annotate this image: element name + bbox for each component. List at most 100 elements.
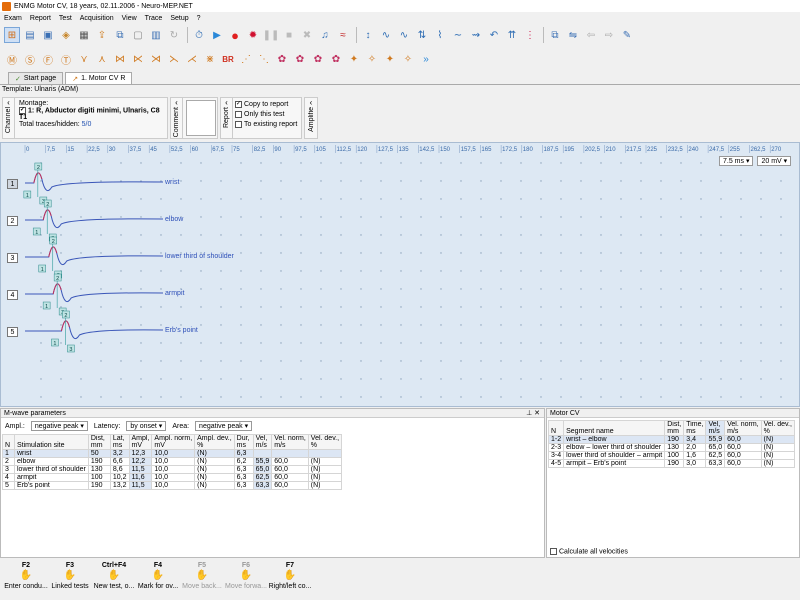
latency-icon[interactable]: ⇝ (468, 27, 484, 43)
waveform-chart[interactable]: 0 7,5 15 22,5 30 37,5 45 52,5 60 67,5 75 82,5 90 97,5… (0, 142, 800, 407)
menu-test[interactable]: Test (55, 15, 76, 22)
export-icon[interactable]: ⇪ (94, 27, 110, 43)
ssr-icon[interactable]: ⋇ (202, 51, 218, 67)
foot-icon[interactable]: ⋱ (256, 51, 272, 67)
baseline-icon[interactable]: ⇅ (414, 27, 430, 43)
copy-to-report-checkbox[interactable]: ✓ (235, 100, 242, 108)
area-select[interactable]: negative peak ▾ (195, 421, 253, 431)
ampl-select[interactable]: negative peak ▾ (30, 421, 88, 431)
trace-number[interactable]: 2 (7, 216, 18, 226)
m-wave-header[interactable]: Vel. dev.,% (307, 434, 343, 450)
br-icon[interactable]: BR (220, 51, 236, 67)
copy-icon[interactable]: ⧉ (547, 27, 563, 43)
menu-view[interactable]: View (118, 15, 141, 22)
motor-cv-header[interactable]: Vel. norm, m/s (724, 420, 762, 436)
only-this-test-checkbox[interactable] (235, 110, 242, 118)
more-icon[interactable]: » (418, 51, 434, 67)
table-row[interactable]: 3-4 lower third of shoulder – armpit 100 1,… (547, 451, 795, 460)
to-existing-option[interactable]: To existing report (235, 120, 297, 130)
compare-icon[interactable]: ⇋ (565, 27, 581, 43)
blink-icon[interactable]: ⋏ (94, 51, 110, 67)
calc-all-option[interactable]: Calculate all velocities (550, 547, 628, 555)
fkey-f7[interactable]: F7 ✋ Right/left co... (268, 562, 312, 600)
wave-up-icon[interactable]: ∿ (378, 27, 394, 43)
montage-item[interactable]: ✓ 1: R, Abductor digiti minimi, Ulnaris, … (19, 107, 167, 121)
trace-icon[interactable]: ∼ (450, 27, 466, 43)
tool-3-icon[interactable]: ✦ (382, 51, 398, 67)
table-row[interactable]: 1-2 wrist – elbow 190 3,4 55,9 60,0 (N) (547, 435, 795, 444)
m-wave-header[interactable]: Vel, m/s (252, 434, 273, 450)
m-wave-header[interactable]: Ampl. dev.,% (194, 434, 235, 450)
peak-icon[interactable]: ⌇ (432, 27, 448, 43)
m-wave-header[interactable]: Lat, ms (109, 434, 130, 450)
tool-icon[interactable]: ✦ (346, 51, 362, 67)
sensory-cv-icon[interactable]: Ⓢ (22, 51, 38, 67)
comment-field[interactable] (186, 100, 216, 136)
gain-select[interactable]: 20 mV ▾ (757, 156, 792, 166)
grid-icon[interactable]: ⋮ (522, 27, 538, 43)
fkey-f6[interactable]: F6 ✋ Move forwa... (224, 562, 268, 600)
only-this-test-option[interactable]: Only this test (235, 110, 297, 120)
edit-icon[interactable]: ✎ (619, 27, 635, 43)
m-wave-table[interactable]: N Stimulation site Dist, mm Lat, ms Ampl, mV Amp… (2, 434, 343, 490)
menu-trace[interactable]: Trace (141, 15, 167, 22)
fkey-f5[interactable]: F5 ✋ Move back... (180, 562, 224, 600)
brain-icon[interactable]: ✿ (274, 51, 290, 67)
pin-icon[interactable]: ⊥ ✕ (526, 409, 540, 417)
print-icon[interactable]: ▦ (76, 27, 92, 43)
tool-2-icon[interactable]: ✧ (364, 51, 380, 67)
montage-checkbox[interactable]: ✓ (19, 107, 26, 114)
sound-icon[interactable]: ♫ (317, 27, 333, 43)
table-row[interactable]: 1 wrist 50 3,2 12,3 10,0 (N) 6,3 (2, 449, 343, 458)
preview-icon[interactable]: ⧉ (112, 27, 128, 43)
stimulator-icon[interactable]: ✹ (245, 27, 261, 43)
latency-select[interactable]: by onset ▾ (126, 421, 167, 431)
stop-icon[interactable]: ■ (281, 27, 297, 43)
motor-cv-header[interactable]: Vel, m/s (705, 420, 726, 436)
f-wave-icon[interactable]: Ⓕ (40, 51, 56, 67)
m-wave-header[interactable]: Vel. norm, m/s (271, 434, 309, 450)
montage-icon[interactable]: ⊞ (4, 27, 20, 43)
motor-cv-table[interactable]: N Segment name Dist, mm Time, ms Vel, m/s Vel. n… (547, 420, 795, 468)
fkey-ctrl-f4[interactable]: Ctrl+F4 ✋ New test, o... (92, 562, 136, 600)
pause-icon[interactable]: ❚❚ (263, 27, 280, 43)
menu-report[interactable]: Report (26, 15, 55, 22)
macro-emg-icon[interactable]: ⋋ (166, 51, 182, 67)
m-wave-header[interactable]: Stimulation site (14, 434, 89, 450)
menu-setup[interactable]: Setup (166, 15, 192, 22)
copy-to-report-option[interactable]: ✓ Copy to report (235, 100, 297, 110)
t-wave-icon[interactable]: Ⓣ (58, 51, 74, 67)
collapse-report-icon[interactable]: ‹ (225, 98, 228, 107)
collapse-icon[interactable]: ‹ (7, 98, 10, 107)
record-icon[interactable]: ● (227, 27, 243, 43)
to-existing-checkbox[interactable] (235, 120, 242, 128)
trace-number[interactable]: 4 (7, 290, 18, 300)
repetitive-stim-icon[interactable]: ⋌ (184, 51, 200, 67)
emg-interference-icon[interactable]: ⋉ (130, 51, 146, 67)
motor-cv-icon[interactable]: Ⓜ (4, 51, 20, 67)
open-icon[interactable]: ▣ (40, 27, 56, 43)
brain-4-icon[interactable]: ✿ (328, 51, 344, 67)
tab-start-page[interactable]: ✓ Start page (8, 72, 64, 84)
trace-number[interactable]: 3 (7, 253, 18, 263)
cursor-icon[interactable]: ↶ (486, 27, 502, 43)
motor-cv-header[interactable]: N (547, 420, 565, 436)
mark-icon[interactable]: ⇈ (504, 27, 520, 43)
m-wave-header[interactable]: Dist, mm (87, 434, 111, 450)
h-reflex-icon[interactable]: ⋎ (76, 51, 92, 67)
fkey-f4[interactable]: F4 ✋ Mark for ov... (136, 562, 180, 600)
signal-icon[interactable]: ≈ (335, 27, 351, 43)
document-icon[interactable]: ▤ (22, 27, 38, 43)
refresh-icon[interactable]: ↻ (166, 27, 182, 43)
table-row[interactable]: 4 armpit 100 10,2 11,6 10,0 (N) 6,3 62,5 60,0 (N) (2, 473, 343, 482)
sweep-select[interactable]: 7.5 ms ▾ (719, 156, 754, 166)
m-wave-header[interactable]: Ampl. norm, mV (151, 434, 196, 450)
clear-icon[interactable]: ✖ (299, 27, 315, 43)
wave-down-icon[interactable]: ∿ (396, 27, 412, 43)
menu-acquisition[interactable]: Acquisition (76, 15, 118, 22)
motor-cv-header[interactable]: Dist, mm (664, 420, 685, 436)
table-row[interactable]: 4-5 armpit – Erb's point 190 3,0 63,3 60,0 (N) (547, 459, 795, 468)
waveform-svg[interactable]: 0 7,5 15 22,5 30 37,5 45 52,5 60 67,5 75 82,5 90 97,5… (1, 143, 800, 408)
trace-number[interactable]: 5 (7, 327, 18, 337)
table-row[interactable]: 5 Erb's point 190 13,2 11,5 10,0 (N) 6,3 63,3 60,… (2, 481, 343, 490)
